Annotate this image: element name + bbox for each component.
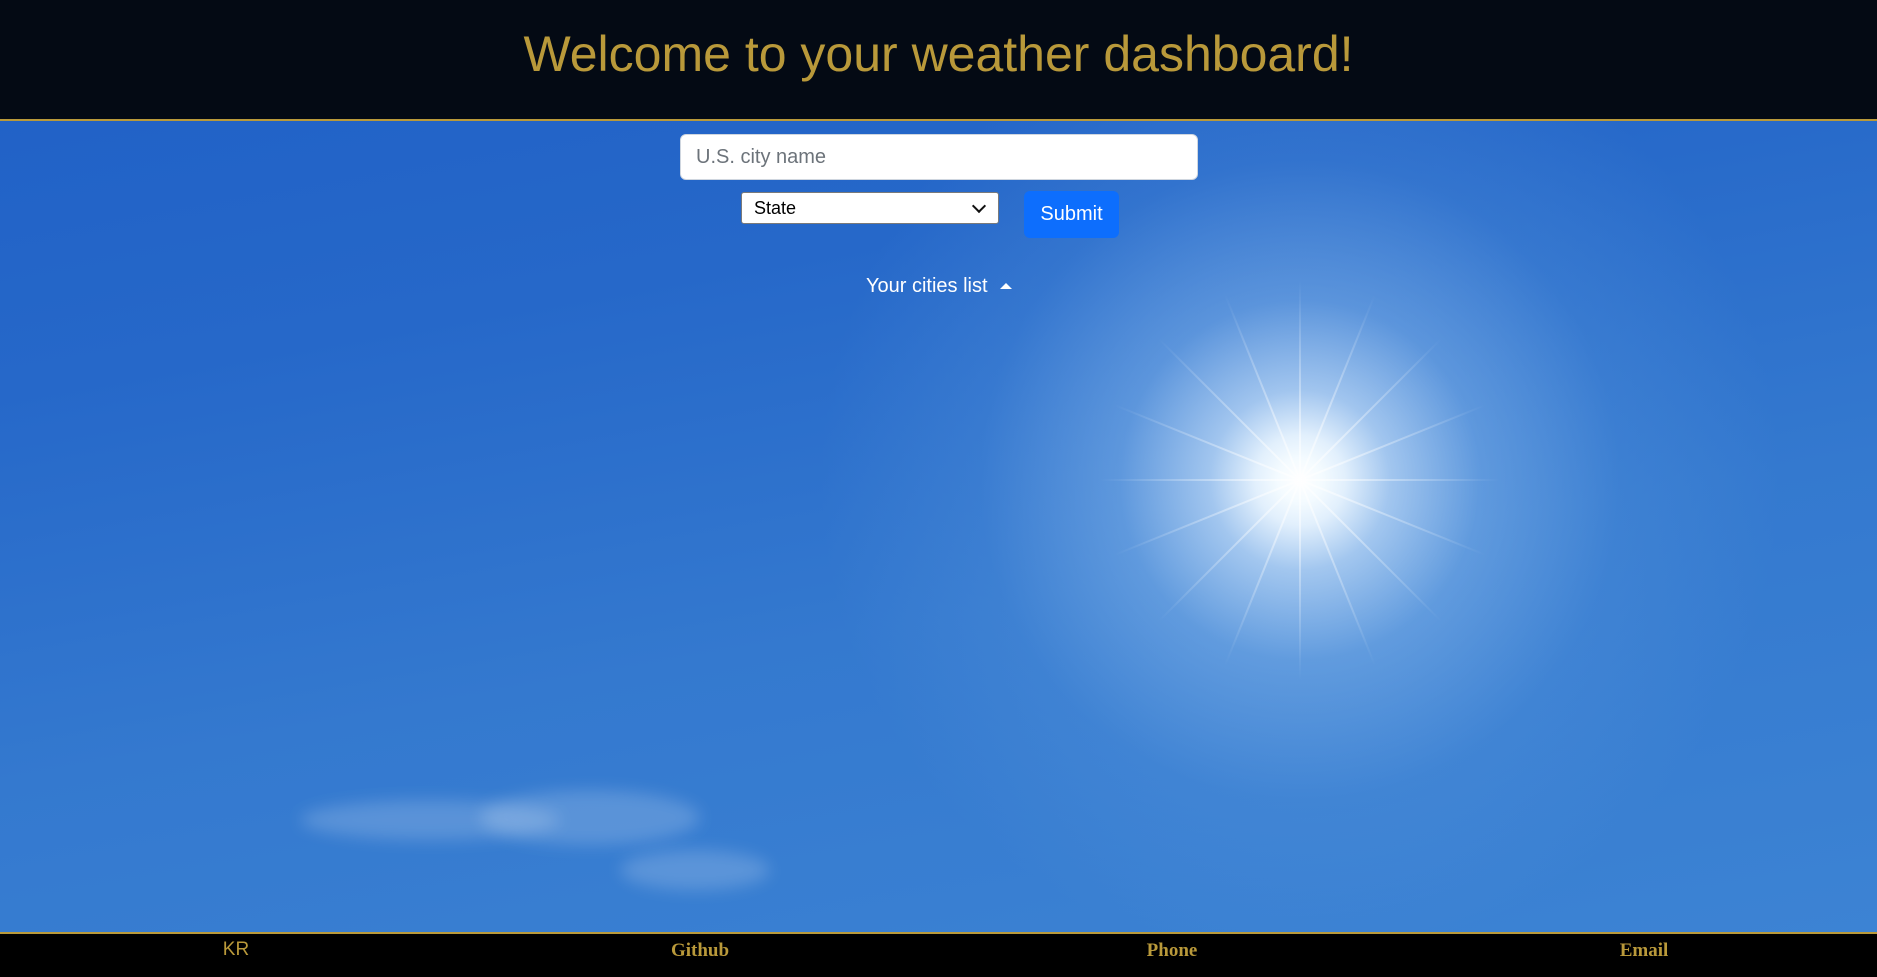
chevron-down-icon xyxy=(971,198,987,213)
city-name-input[interactable] xyxy=(680,134,1198,180)
cloud-wisp xyxy=(620,850,770,890)
state-select-value: State xyxy=(754,197,797,218)
submit-button[interactable]: Submit xyxy=(1024,191,1119,238)
page-title: Welcome to your weather dashboard! xyxy=(523,25,1354,82)
cities-list-label: Your cities list xyxy=(866,274,988,297)
cities-list-toggle[interactable]: Your cities list xyxy=(866,272,1012,300)
phone-link[interactable]: Phone xyxy=(936,940,1408,962)
page-header: Welcome to your weather dashboard! xyxy=(0,0,1877,121)
page-footer: KR Github Phone Email xyxy=(0,932,1877,977)
email-link[interactable]: Email xyxy=(1408,940,1877,962)
state-select[interactable]: State xyxy=(741,192,999,224)
github-link[interactable]: Github xyxy=(464,940,936,962)
caret-up-icon xyxy=(999,283,1012,289)
footer-initials: KR xyxy=(222,939,250,960)
cloud-wisp xyxy=(480,790,700,845)
